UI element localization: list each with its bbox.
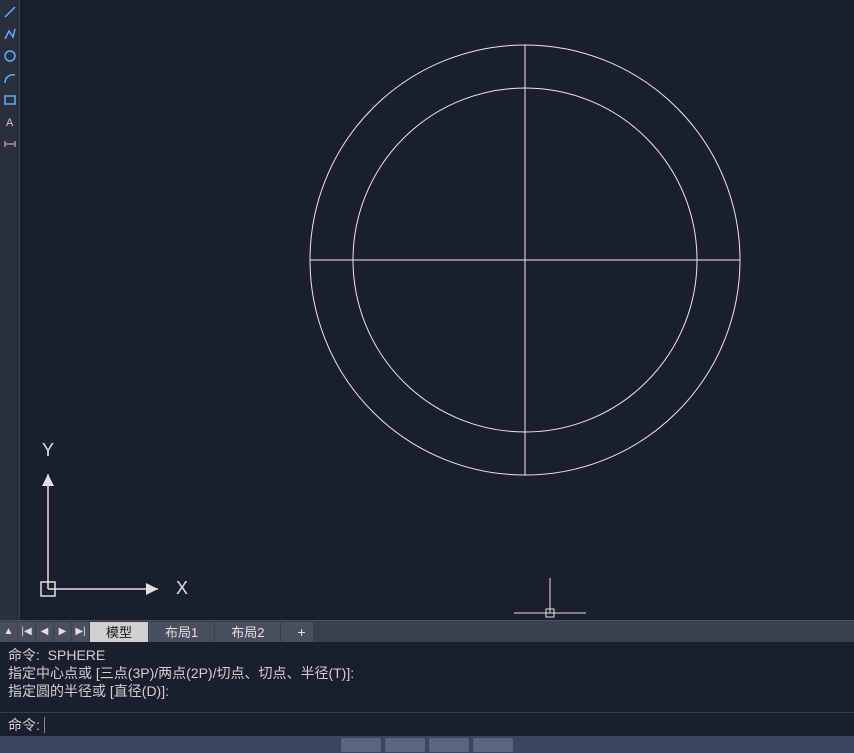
tool-rect-icon[interactable] [2,92,18,108]
drawing-canvas[interactable]: X Y [20,0,854,620]
command-input-bar: 命令: [0,712,854,736]
tool-line-icon[interactable] [2,4,18,20]
status-bar [0,736,854,753]
ucs-y-label: Y [42,440,54,460]
tab-layout2[interactable]: 布局2 [215,622,281,642]
tab-add-button[interactable]: + [281,622,314,642]
crosshair-cursor-icon [510,578,590,618]
tab-layout1[interactable]: 布局1 [149,622,215,642]
tab-last-icon[interactable]: ▶| [72,622,90,642]
tool-text-icon[interactable]: A [2,114,18,130]
command-history: 命令: SPHERE 指定中心点或 [三点(3P)/两点(2P)/切点、切点、半… [0,642,854,712]
ucs-x-label: X [176,578,188,598]
tool-circle-icon[interactable] [2,48,18,64]
ucs-icon: X Y [28,434,188,614]
command-history-line: 指定圆的半径或 [直径(D)]: [8,682,846,700]
command-input[interactable] [44,717,846,733]
status-item[interactable] [341,738,381,752]
tab-prev-icon[interactable]: ◀ [36,622,54,642]
tab-model[interactable]: 模型 [90,622,149,642]
status-item[interactable] [429,738,469,752]
command-prompt-label: 命令: [8,715,40,735]
tab-first-icon[interactable]: |◀ [18,622,36,642]
tab-scroll-up-icon[interactable]: ▲ [0,622,18,642]
svg-text:A: A [6,117,14,129]
tool-polyline-icon[interactable] [2,26,18,42]
command-history-line: 命令: SPHERE [8,646,846,664]
tool-dim-icon[interactable] [2,136,18,152]
left-toolbar: A [0,0,20,620]
status-item[interactable] [385,738,425,752]
tab-next-icon[interactable]: ▶ [54,622,72,642]
tool-arc-icon[interactable] [2,70,18,86]
status-item[interactable] [473,738,513,752]
command-history-line: 指定中心点或 [三点(3P)/两点(2P)/切点、切点、半径(T)]: [8,664,846,682]
tabs-bar: ▲ |◀ ◀ ▶ ▶| 模型 布局1 布局2 + [0,620,854,642]
